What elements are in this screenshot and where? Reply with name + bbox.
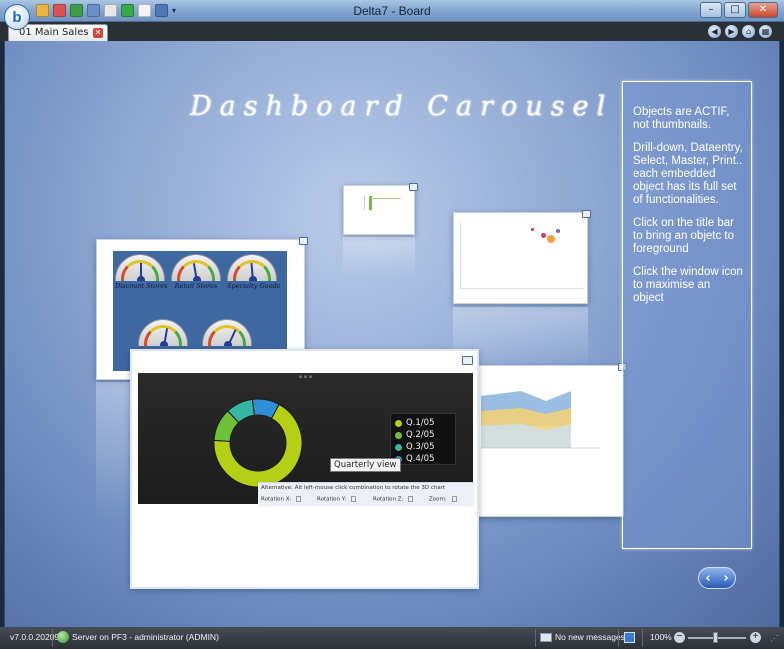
gauge-retail-stores[interactable]: Retail Stores	[171, 254, 221, 290]
maximize-window-icon[interactable]	[299, 237, 308, 245]
info-text-2: Drill-down, Dataentry, Select, Master, P…	[633, 142, 743, 206]
panel-reflection	[343, 237, 415, 277]
server-status: Server on PF3 - administrator (ADMIN)	[72, 632, 219, 642]
minimize-button[interactable]: –	[700, 2, 722, 18]
legend-label: Q.3/05	[406, 442, 435, 452]
messages-status[interactable]: No new messages	[555, 632, 625, 642]
chart-controls: Alternative: Alt left-mouse click combin…	[258, 482, 474, 506]
zoom-in-button[interactable]: +	[750, 632, 761, 643]
donut-chart-panel[interactable]: ▪ ▪ ▪ Q.1/05 Q.2/05 Q.3/05 Q.4/05 Quarte…	[130, 349, 479, 589]
forward-icon[interactable]: ▶	[725, 25, 738, 38]
bar-chart-thumbnail	[364, 196, 404, 210]
calendar-icon[interactable]	[624, 632, 635, 643]
legend-item-q1[interactable]: Q.1/05	[395, 417, 451, 429]
resize-grip-icon[interactable]: ⋰	[770, 633, 779, 644]
legend-item-q4[interactable]: Q.4/05	[395, 453, 451, 465]
tab-label: 01 Main Sales	[19, 27, 89, 38]
small-bar-chart-panel[interactable]	[343, 183, 418, 235]
prev-button[interactable]: ‹	[705, 571, 710, 586]
app-logo-letter: b	[12, 8, 22, 26]
zoom-slider-thumb[interactable]	[713, 632, 718, 643]
dashboard-canvas: Dashboard Carousel Discount Stores Retai…	[4, 41, 780, 627]
info-text-4: Click the window icon to maximise an obj…	[633, 266, 743, 304]
rotation-x-control[interactable]: Rotation X:	[261, 496, 302, 503]
area-chart	[481, 391, 601, 449]
tab-strip: 01 Main Sales ✕ ◀ ▶ ⌂ ▦	[0, 22, 784, 41]
next-button[interactable]: ›	[723, 571, 728, 586]
legend-item-q3[interactable]: Q.3/05	[395, 441, 451, 453]
gauge-label: Retail Stores	[174, 282, 218, 290]
gauge-specialty-goods[interactable]: Specialty Goods	[227, 254, 280, 290]
carousel-nav: ‹ ›	[698, 567, 736, 589]
gauge-5[interactable]	[202, 319, 252, 346]
mail-icon[interactable]	[540, 633, 552, 642]
area-series-lightblue	[481, 424, 571, 448]
maximize-window-icon[interactable]	[462, 356, 473, 365]
close-button[interactable]: ✕	[748, 2, 778, 18]
legend-item-q2[interactable]: Q.2/05	[395, 429, 451, 441]
legend-label: Q.4/05	[406, 454, 435, 464]
maximize-window-icon[interactable]	[582, 210, 591, 218]
home-icon[interactable]: ⌂	[742, 25, 755, 38]
title-bar: ▾ Delta7 - Board – □ ✕	[0, 0, 784, 22]
carousel-title: Dashboard Carousel	[190, 91, 614, 122]
window-title: Delta7 - Board	[353, 4, 431, 18]
back-icon[interactable]: ◀	[708, 25, 721, 38]
scatter-plot-area	[460, 223, 584, 289]
scatter-chart-panel[interactable]	[453, 210, 591, 304]
info-text-1: Objects are ACTIF, not thumbnails.	[633, 106, 730, 131]
zoom-level: 100%	[650, 632, 672, 642]
maximize-window-icon[interactable]	[409, 183, 418, 191]
chart-tooltip: Quarterly view	[330, 458, 401, 472]
info-panel: Objects are ACTIF, not thumbnails. Drill…	[622, 81, 752, 549]
zoom-out-button[interactable]: −	[674, 632, 685, 643]
status-bar: v7.0.0.20209 Server on PF3 - administrat…	[0, 627, 784, 649]
gauge-label: Discount Stores	[115, 282, 168, 290]
server-icon	[57, 631, 69, 643]
legend-label: Q.1/05	[406, 418, 435, 428]
app-logo[interactable]: b	[4, 4, 30, 30]
zoom-control[interactable]: Zoom:	[429, 496, 457, 503]
gauge-discount-stores[interactable]: Discount Stores	[115, 254, 168, 290]
rotation-z-control[interactable]: Rotation Z:	[373, 496, 414, 503]
area-chart-panel[interactable]	[460, 363, 627, 517]
grid-icon[interactable]: ▦	[759, 25, 772, 38]
legend-label: Q.2/05	[406, 430, 435, 440]
rotation-y-control[interactable]: Rotation Y:	[317, 496, 357, 503]
maximize-button[interactable]: □	[724, 2, 746, 18]
info-text-3: Click on the title bar to bring an objet…	[633, 217, 735, 255]
gauge-label: Specialty Goods	[227, 282, 280, 290]
gauge-4[interactable]	[138, 319, 188, 346]
tab-close-icon[interactable]: ✕	[93, 28, 103, 38]
rotate-hint: Alternative: Alt left-mouse click combin…	[261, 485, 446, 491]
nav-icons: ◀ ▶ ⌂ ▦	[708, 25, 772, 38]
window-controls: – □ ✕	[700, 2, 778, 18]
